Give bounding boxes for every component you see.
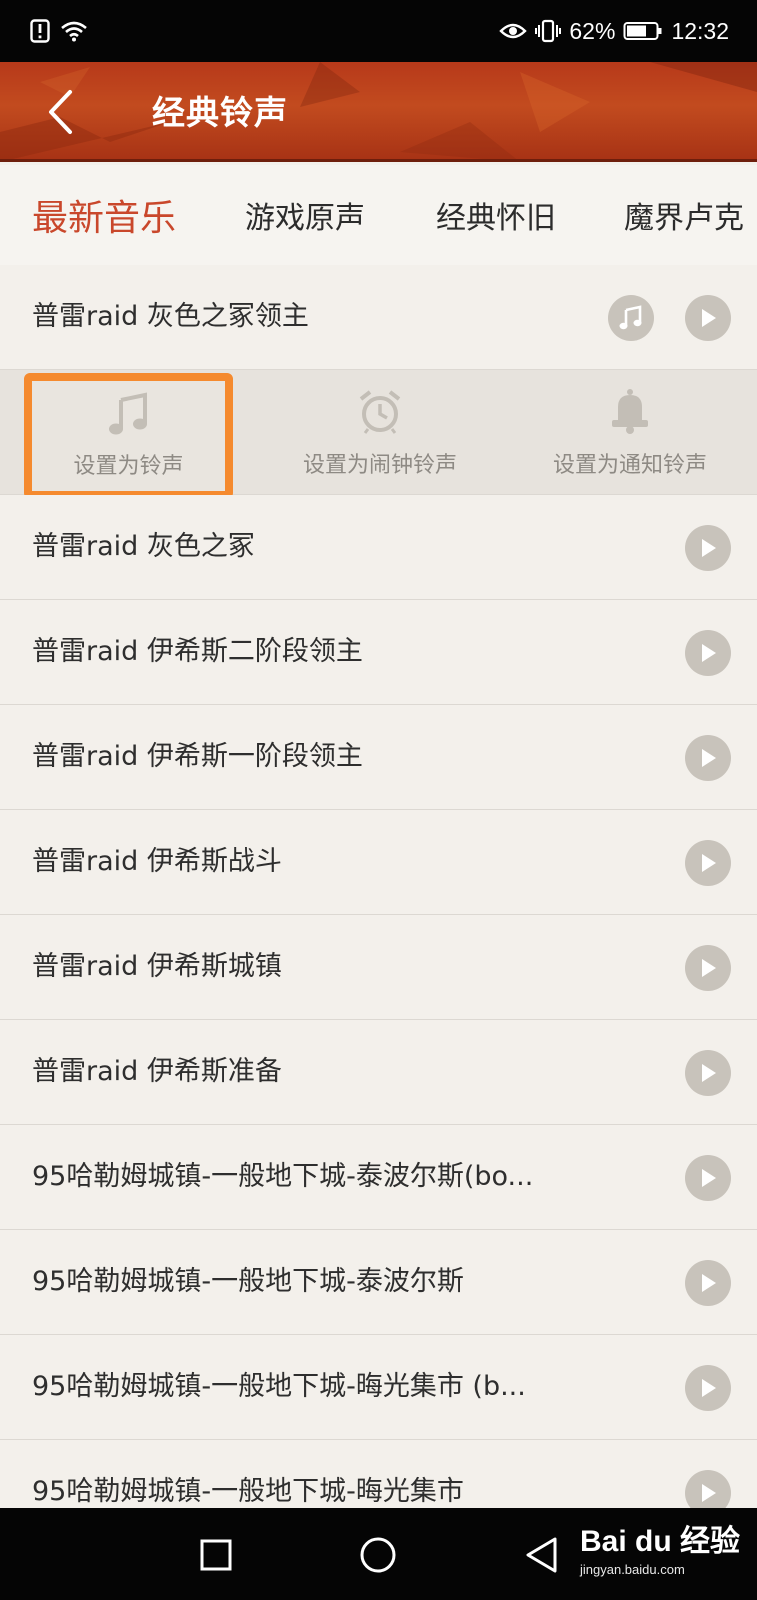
action-label: 设置为通知铃声 <box>552 452 707 478</box>
play-button[interactable] <box>685 1365 731 1411</box>
play-button[interactable] <box>685 295 731 341</box>
list-item[interactable]: 95哈勒姆城镇-一般地下城-泰波尔斯 <box>0 1230 757 1335</box>
system-nav-bar: Bai du 经验 jingyan.baidu.com <box>0 1508 757 1600</box>
category-tabs: 最新音乐 游戏原声 经典怀旧 魔界卢克 <box>0 165 757 265</box>
vibrate-icon <box>535 19 562 43</box>
play-icon <box>702 1064 716 1082</box>
recent-apps-button[interactable] <box>193 1532 239 1578</box>
tab-demon-realm-luke[interactable]: 魔界卢克 <box>624 165 744 265</box>
header-texture <box>0 62 757 159</box>
status-bar: 62% 12:32 <box>0 0 757 62</box>
play-icon <box>702 644 716 662</box>
notification-alert-icon <box>30 19 50 43</box>
play-button[interactable] <box>685 945 731 991</box>
action-label: 设置为闹钟铃声 <box>302 452 457 478</box>
play-button[interactable] <box>685 840 731 886</box>
play-button[interactable] <box>685 735 731 781</box>
list-item-title: 95哈勒姆城镇-一般地下城-晦光集市 <box>32 1476 464 1507</box>
list-item-title: 95哈勒姆城镇-一般地下城-泰波尔斯(bo... <box>32 1161 534 1192</box>
bell-icon <box>612 388 648 434</box>
play-icon <box>702 854 716 872</box>
set-as-notification-ringtone-button[interactable]: 设置为通知铃声 <box>525 370 735 495</box>
watermark-logo: Bai du 经验 <box>580 1525 741 1558</box>
set-as-ringtone-button[interactable]: 设置为铃声 <box>24 373 233 499</box>
play-button[interactable] <box>685 1050 731 1096</box>
play-icon <box>702 1274 716 1292</box>
tab-latest-music[interactable]: 最新音乐 <box>32 165 176 265</box>
alarm-clock-icon <box>359 389 401 434</box>
battery-percent: 62% <box>569 17 616 44</box>
action-label: 设置为铃声 <box>73 454 184 479</box>
list-item-title: 普雷raid 伊希斯战斗 <box>32 846 282 877</box>
play-icon <box>702 1484 716 1502</box>
play-icon <box>702 1379 716 1397</box>
list-item[interactable]: 普雷raid 伊希斯战斗 <box>0 810 757 915</box>
back-nav-button[interactable] <box>518 1532 564 1578</box>
clock-time: 12:32 <box>671 17 729 44</box>
list-item[interactable]: 95哈勒姆城镇-一般地下城-泰波尔斯(bo... <box>0 1125 757 1230</box>
watermark-url: jingyan.baidu.com <box>580 1562 685 1577</box>
play-button[interactable] <box>685 525 731 571</box>
wifi-icon <box>60 20 88 42</box>
chevron-left-icon <box>49 90 72 134</box>
tab-classic-nostalgia[interactable]: 经典怀旧 <box>436 165 556 265</box>
square-icon <box>200 1539 232 1571</box>
triangle-back-icon <box>526 1537 557 1573</box>
list-item[interactable]: 95哈勒姆城镇-一般地下城-晦光集市 (b... <box>0 1335 757 1440</box>
baidu-jingyan-watermark: Bai du 经验 jingyan.baidu.com <box>580 1516 740 1577</box>
play-icon <box>702 749 716 767</box>
list-item[interactable]: 95哈勒姆城镇-一般地下城-晦光集市 <box>0 1440 757 1508</box>
list-item[interactable]: 普雷raid 伊希斯准备 <box>0 1020 757 1125</box>
list-item[interactable]: 普雷raid 伊希斯城镇 <box>0 915 757 1020</box>
list-item[interactable]: 普雷raid 伊希斯一阶段领主 <box>0 705 757 810</box>
list-item-title: 普雷raid 灰色之冢 <box>32 531 255 562</box>
page-title: 经典铃声 <box>152 93 288 132</box>
list-item-title: 普雷raid 伊希斯二阶段领主 <box>32 636 363 667</box>
list-item-title: 95哈勒姆城镇-一般地下城-晦光集市 (b... <box>32 1371 526 1402</box>
list-item-title: 普雷raid 伊希斯一阶段领主 <box>32 741 363 772</box>
ringtone-button[interactable] <box>608 295 654 341</box>
set-as-alarm-ringtone-button[interactable]: 设置为闹钟铃声 <box>280 370 480 495</box>
ringtone-actions-panel: 设置为铃声 设置为闹钟铃声 设置为通知铃声 <box>0 370 757 499</box>
play-icon <box>702 539 716 557</box>
list-item-title: 普雷raid 伊希斯城镇 <box>32 951 282 982</box>
list-item[interactable]: 普雷raid 灰色之冢 <box>0 495 757 600</box>
play-icon <box>702 959 716 977</box>
list-item-title: 95哈勒姆城镇-一般地下城-泰波尔斯 <box>32 1266 464 1297</box>
play-button[interactable] <box>685 630 731 676</box>
home-button[interactable] <box>355 1532 401 1578</box>
music-note-icon <box>108 392 147 435</box>
eye-comfort-icon <box>499 21 528 41</box>
play-button[interactable] <box>685 1260 731 1306</box>
tab-game-soundtrack[interactable]: 游戏原声 <box>245 165 365 265</box>
circle-icon <box>360 1537 396 1573</box>
play-icon <box>702 1169 716 1187</box>
ringtone-list: 普雷raid 灰色之冢领主 设置为铃声 设置为闹钟铃声 设置为通知铃声 普雷ra… <box>0 265 757 1508</box>
list-item-expanded[interactable]: 普雷raid 灰色之冢领主 <box>0 265 757 370</box>
app-header: 经典铃声 <box>0 62 757 162</box>
play-icon <box>702 309 716 327</box>
list-item-title: 普雷raid 伊希斯准备 <box>32 1056 282 1087</box>
music-note-icon <box>619 305 642 330</box>
list-item-title: 普雷raid 灰色之冢领主 <box>32 301 309 332</box>
play-button[interactable] <box>685 1470 731 1508</box>
play-button[interactable] <box>685 1155 731 1201</box>
list-item[interactable]: 普雷raid 伊希斯二阶段领主 <box>0 600 757 705</box>
back-button[interactable] <box>38 84 82 140</box>
battery-icon <box>623 21 663 41</box>
